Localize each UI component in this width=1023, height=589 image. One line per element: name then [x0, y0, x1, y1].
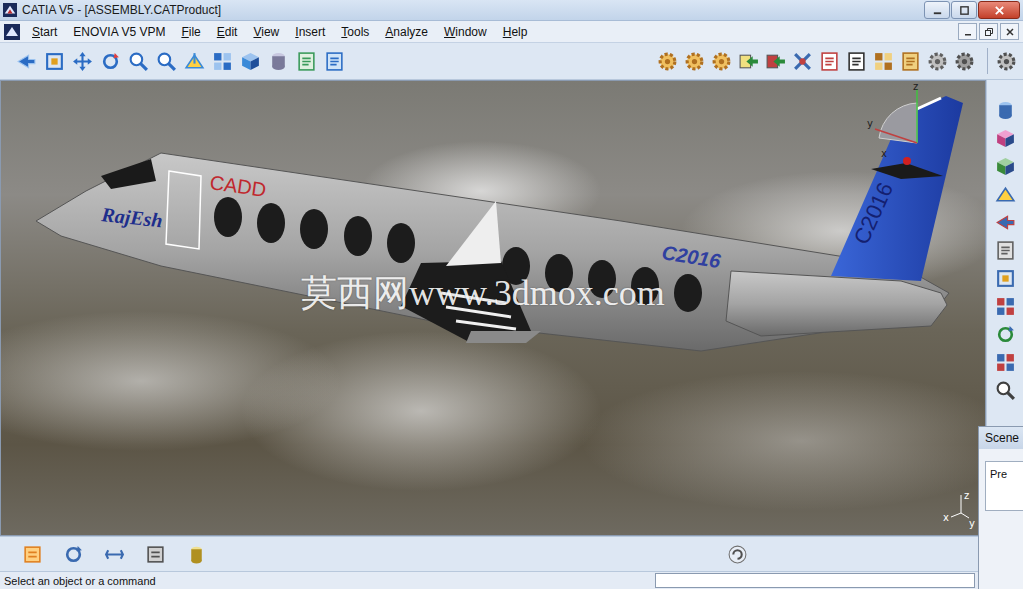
catalog-icon[interactable]: [22, 544, 43, 565]
settings-icon[interactable]: [954, 51, 975, 72]
menu-item[interactable]: Window: [438, 23, 497, 41]
constraint-icon[interactable]: [995, 212, 1016, 233]
close-button[interactable]: [978, 1, 1020, 19]
multi-icon[interactable]: [927, 51, 948, 72]
model-label: RajEsh: [99, 203, 163, 232]
bottom-toolbar: [0, 536, 1023, 571]
zoom-out-icon[interactable]: [156, 51, 177, 72]
pan-icon[interactable]: [72, 51, 93, 72]
gear-icon[interactable]: [996, 51, 1017, 72]
watermark: 莫西网www.3dmox.com: [301, 269, 665, 318]
scene-field[interactable]: Pre: [985, 461, 1023, 511]
doc-minimize-button[interactable]: [958, 23, 977, 40]
minimize-button[interactable]: [924, 1, 950, 19]
part-gear-icon[interactable]: [711, 51, 732, 72]
model-label: C2016: [660, 241, 723, 272]
engine-nacelle: [726, 271, 947, 336]
top-toolbar: [0, 43, 1023, 80]
compass-axis-label: y: [867, 118, 873, 129]
explode-icon[interactable]: [995, 296, 1016, 317]
model-label: C2016: [849, 179, 898, 248]
graph-tree-icon[interactable]: [792, 51, 813, 72]
triad-axis-label: y: [969, 518, 975, 529]
multi-view-icon[interactable]: [212, 51, 233, 72]
refresh-icon[interactable]: [995, 324, 1016, 345]
status-prompt: Select an object or a command: [0, 575, 156, 587]
scene-panel[interactable]: Scene Pre: [978, 426, 1023, 589]
doc-restore-button[interactable]: [979, 23, 998, 40]
window-title: CATIA V5 - [ASSEMBLY.CATProduct]: [22, 3, 221, 17]
fix-icon[interactable]: [995, 380, 1016, 401]
product-gear-icon[interactable]: [657, 51, 678, 72]
section-icon[interactable]: [995, 128, 1016, 149]
update-icon[interactable]: [63, 544, 84, 565]
snap-icon[interactable]: [104, 544, 125, 565]
shading-icon[interactable]: [268, 51, 289, 72]
flexible-icon[interactable]: [995, 240, 1016, 261]
bill-icon[interactable]: [900, 51, 921, 72]
manipulate-icon[interactable]: [145, 544, 166, 565]
compass[interactable]: z y x: [867, 81, 918, 159]
iso-view-icon[interactable]: [240, 51, 261, 72]
doc-close-button[interactable]: [1000, 23, 1019, 40]
title-bar: CATIA V5 - [ASSEMBLY.CATProduct]: [0, 0, 1023, 21]
compass-axis-label: x: [881, 148, 887, 159]
catia-logo-icon: [3, 3, 17, 17]
command-input[interactable]: [655, 573, 975, 588]
normal-view-icon[interactable]: [184, 51, 205, 72]
clash-icon[interactable]: [995, 100, 1016, 121]
model-label: CADD: [208, 171, 267, 201]
axis-triad: z x y: [943, 490, 975, 529]
numbering-icon[interactable]: [819, 51, 840, 72]
menu-item[interactable]: Analyze: [379, 23, 438, 41]
fit-all-icon[interactable]: [44, 51, 65, 72]
triad-axis-label: x: [943, 512, 949, 523]
existing-component-icon[interactable]: [738, 51, 759, 72]
document-icon: [4, 24, 20, 40]
menu-item[interactable]: Insert: [289, 23, 335, 41]
wing: [401, 201, 541, 343]
pattern-icon[interactable]: [995, 352, 1016, 373]
close-icon: [1005, 27, 1015, 37]
zoom-in-icon[interactable]: [128, 51, 149, 72]
menu-item[interactable]: Help: [497, 23, 538, 41]
menu-item[interactable]: File: [175, 23, 210, 41]
menu-bar: StartENOVIA V5 VPMFileEditViewInsertTool…: [0, 21, 1023, 43]
close-icon: [994, 5, 1005, 16]
refresh-icon[interactable]: [727, 544, 748, 565]
compass-axis-label: z: [913, 81, 918, 92]
menu-item[interactable]: Start: [26, 23, 67, 41]
swap-space-icon[interactable]: [324, 51, 345, 72]
distance-icon[interactable]: [995, 156, 1016, 177]
component-gear-icon[interactable]: [684, 51, 705, 72]
maximize-button[interactable]: [951, 1, 977, 19]
menu-item[interactable]: View: [247, 23, 289, 41]
fly-icon[interactable]: [16, 51, 37, 72]
scene-icon[interactable]: [995, 268, 1016, 289]
3d-viewport[interactable]: RajEsh CADD C2016 C2016 z y x z x y 莫西网www.3dmox.c…: [0, 80, 986, 536]
hide-show-icon[interactable]: [296, 51, 317, 72]
menu-item[interactable]: Edit: [211, 23, 248, 41]
menu-item[interactable]: Tools: [335, 23, 379, 41]
catia-window: CATIA V5 - [ASSEMBLY.CATProduct] StartENO…: [0, 0, 1023, 589]
workspace: RajEsh CADD C2016 C2016 z y x z x y 莫西网www.3dmox.c…: [0, 80, 1023, 536]
maximize-icon: [959, 5, 970, 16]
reorder-icon[interactable]: [873, 51, 894, 72]
minimize-icon: [963, 27, 973, 37]
tail-fin: [831, 96, 963, 281]
minimize-icon: [932, 5, 943, 16]
status-bar: Select an object or a command: [0, 571, 1023, 589]
bottle-icon[interactable]: [186, 544, 207, 565]
scene-panel-title: Scene: [979, 427, 1023, 449]
triad-axis-label: z: [964, 490, 969, 501]
replace-icon[interactable]: [765, 51, 786, 72]
text-icon[interactable]: [846, 51, 867, 72]
rotate-icon[interactable]: [100, 51, 121, 72]
fuselage: [36, 153, 949, 351]
measure-icon[interactable]: [995, 184, 1016, 205]
menu-item[interactable]: ENOVIA V5 VPM: [67, 23, 175, 41]
restore-icon: [984, 27, 994, 37]
